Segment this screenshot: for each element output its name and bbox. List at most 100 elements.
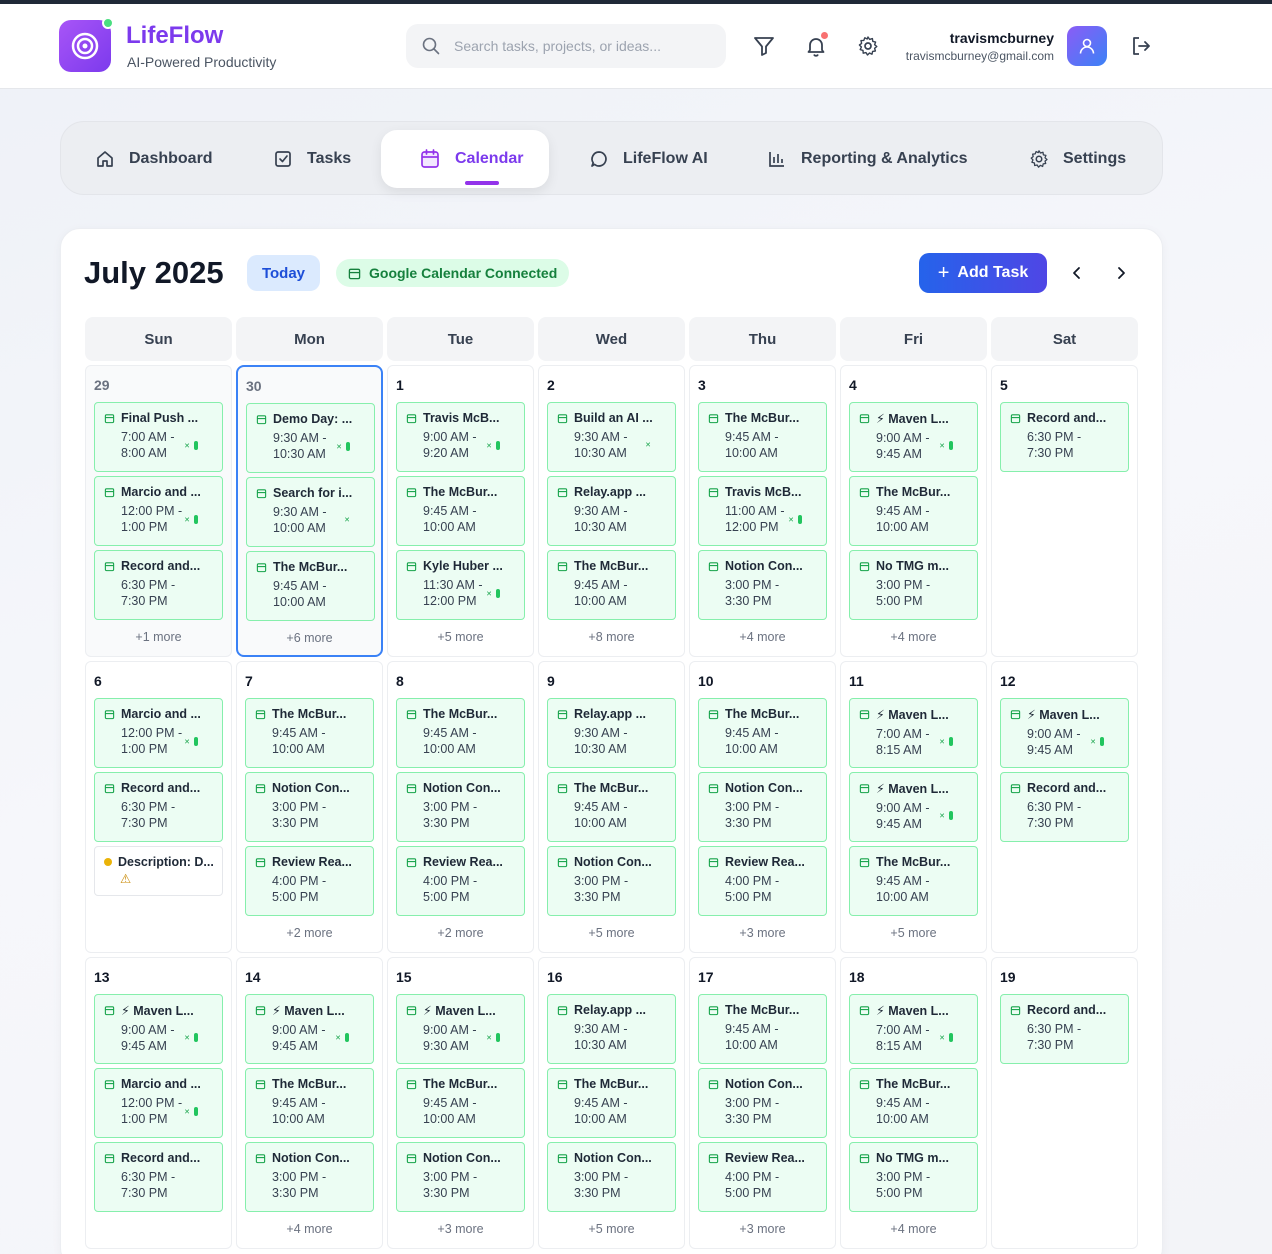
more-events-link[interactable]: +3 more — [388, 1222, 533, 1236]
event-chip[interactable]: Description: D... ⚠ — [94, 846, 223, 896]
day-cell[interactable]: 1 Travis McB... 9:00 AM - 9:20 AM ✕ The McBu… — [387, 365, 534, 657]
event-chip[interactable]: Notion Con... 3:00 PM - 3:30 PM — [245, 1142, 374, 1212]
day-cell[interactable]: 15 ⚡ Maven L... 9:00 AM - 9:30 AM ✕ The McBu… — [387, 957, 534, 1249]
event-chip[interactable]: Review Rea... 4:00 PM - 5:00 PM — [396, 846, 525, 916]
event-chip[interactable]: No TMG m... 3:00 PM - 5:00 PM — [849, 550, 978, 620]
event-chip[interactable]: The McBur... 9:45 AM - 10:00 AM — [698, 698, 827, 768]
event-chip[interactable]: The McBur... 9:45 AM - 10:00 AM — [698, 994, 827, 1064]
event-chip[interactable]: Kyle Huber ... 11:30 AM - 12:00 PM ✕ — [396, 550, 525, 620]
day-cell[interactable]: 29 Final Push ... 7:00 AM - 8:00 AM ✕ Marcio… — [85, 365, 232, 657]
prev-month-button[interactable] — [1067, 263, 1087, 283]
day-cell[interactable]: 2 Build an AI ... 9:30 AM - 10:30 AM ✕ Relay… — [538, 365, 685, 657]
event-chip[interactable]: ⚡ Maven L... 7:00 AM - 8:15 AM ✕ — [849, 698, 978, 768]
day-cell[interactable]: 7 The McBur... 9:45 AM - 10:00 AM Notion Co… — [236, 661, 383, 953]
event-chip[interactable]: ⚡ Maven L... 9:00 AM - 9:45 AM ✕ — [849, 772, 978, 842]
tab-tasks[interactable]: Tasks — [259, 130, 365, 188]
more-events-link[interactable]: +4 more — [237, 1222, 382, 1236]
event-chip[interactable]: The McBur... 9:45 AM - 10:00 AM — [246, 551, 375, 621]
day-cell[interactable]: 14 ⚡ Maven L... 9:00 AM - 9:45 AM ✕ The McBu… — [236, 957, 383, 1249]
day-cell[interactable]: 30 Demo Day: ... 9:30 AM - 10:30 AM ✕ Search… — [236, 365, 383, 657]
tab-dashboard[interactable]: Dashboard — [81, 130, 227, 188]
event-chip[interactable]: The McBur... 9:45 AM - 10:00 AM — [547, 772, 676, 842]
more-events-link[interactable]: +4 more — [841, 1222, 986, 1236]
event-chip[interactable]: No TMG m... 3:00 PM - 5:00 PM — [849, 1142, 978, 1212]
event-chip[interactable]: Marcio and ... 12:00 PM - 1:00 PM ✕ — [94, 476, 223, 546]
avatar[interactable] — [1067, 26, 1107, 66]
event-chip[interactable]: Review Rea... 4:00 PM - 5:00 PM — [698, 1142, 827, 1212]
event-chip[interactable]: Travis McB... 11:00 AM - 12:00 PM ✕ — [698, 476, 827, 546]
more-events-link[interactable]: +3 more — [690, 926, 835, 940]
next-month-button[interactable] — [1111, 263, 1131, 283]
event-chip[interactable]: The McBur... 9:45 AM - 10:00 AM — [849, 1068, 978, 1138]
event-chip[interactable]: Record and... 6:30 PM - 7:30 PM — [94, 772, 223, 842]
day-cell[interactable]: 16 Relay.app ... 9:30 AM - 10:30 AM The McB… — [538, 957, 685, 1249]
today-button[interactable]: Today — [247, 255, 320, 291]
day-cell[interactable]: 4 ⚡ Maven L... 9:00 AM - 9:45 AM ✕ The McBur… — [840, 365, 987, 657]
event-chip[interactable]: ⚡ Maven L... 9:00 AM - 9:45 AM ✕ — [94, 994, 223, 1064]
event-chip[interactable]: The McBur... 9:45 AM - 10:00 AM — [245, 698, 374, 768]
day-cell[interactable]: 17 The McBur... 9:45 AM - 10:00 AM Notion C… — [689, 957, 836, 1249]
event-chip[interactable]: Record and... 6:30 PM - 7:30 PM — [94, 1142, 223, 1212]
day-cell[interactable]: 5 Record and... 6:30 PM - 7:30 PM — [991, 365, 1138, 657]
event-chip[interactable]: ⚡ Maven L... 9:00 AM - 9:45 AM ✕ — [849, 402, 978, 472]
more-events-link[interactable]: +2 more — [237, 926, 382, 940]
event-chip[interactable]: ⚡ Maven L... 9:00 AM - 9:30 AM ✕ — [396, 994, 525, 1064]
event-chip[interactable]: Review Rea... 4:00 PM - 5:00 PM — [698, 846, 827, 916]
event-chip[interactable]: Final Push ... 7:00 AM - 8:00 AM ✕ — [94, 402, 223, 472]
event-chip[interactable]: ⚡ Maven L... 9:00 AM - 9:45 AM ✕ — [245, 994, 374, 1064]
event-chip[interactable]: Notion Con... 3:00 PM - 3:30 PM — [698, 550, 827, 620]
event-chip[interactable]: Record and... 6:30 PM - 7:30 PM — [94, 550, 223, 620]
event-chip[interactable]: Notion Con... 3:00 PM - 3:30 PM — [245, 772, 374, 842]
more-events-link[interactable]: +1 more — [86, 630, 231, 644]
tab-settings[interactable]: Settings — [1015, 130, 1140, 188]
more-events-link[interactable]: +5 more — [841, 926, 986, 940]
more-events-link[interactable]: +5 more — [539, 1222, 684, 1236]
event-chip[interactable]: The McBur... 9:45 AM - 10:00 AM — [849, 846, 978, 916]
more-events-link[interactable]: +5 more — [388, 630, 533, 644]
event-chip[interactable]: Notion Con... 3:00 PM - 3:30 PM — [547, 1142, 676, 1212]
event-chip[interactable]: Record and... 6:30 PM - 7:30 PM — [1000, 402, 1129, 472]
event-chip[interactable]: Search for i... 9:30 AM - 10:00 AM ✕ — [246, 477, 375, 547]
day-cell[interactable]: 12 ⚡ Maven L... 9:00 AM - 9:45 AM ✕ Record a… — [991, 661, 1138, 953]
event-chip[interactable]: Demo Day: ... 9:30 AM - 10:30 AM ✕ — [246, 403, 375, 473]
event-chip[interactable]: Notion Con... 3:00 PM - 3:30 PM — [547, 846, 676, 916]
day-cell[interactable]: 13 ⚡ Maven L... 9:00 AM - 9:45 AM ✕ Marcio a… — [85, 957, 232, 1249]
event-chip[interactable]: Travis McB... 9:00 AM - 9:20 AM ✕ — [396, 402, 525, 472]
more-events-link[interactable]: +6 more — [238, 631, 381, 645]
more-events-link[interactable]: +2 more — [388, 926, 533, 940]
event-chip[interactable]: ⚡ Maven L... 9:00 AM - 9:45 AM ✕ — [1000, 698, 1129, 768]
day-cell[interactable]: 9 Relay.app ... 9:30 AM - 10:30 AM The McBu… — [538, 661, 685, 953]
event-chip[interactable]: Relay.app ... 9:30 AM - 10:30 AM — [547, 698, 676, 768]
event-chip[interactable]: Relay.app ... 9:30 AM - 10:30 AM — [547, 476, 676, 546]
more-events-link[interactable]: +5 more — [539, 926, 684, 940]
day-cell[interactable]: 6 Marcio and ... 12:00 PM - 1:00 PM ✕ Record… — [85, 661, 232, 953]
tab-reporting[interactable]: Reporting & Analytics — [753, 130, 982, 188]
event-chip[interactable]: The McBur... 9:45 AM - 10:00 AM — [396, 476, 525, 546]
filter-button[interactable] — [752, 34, 776, 58]
more-events-link[interactable]: +4 more — [690, 630, 835, 644]
more-events-link[interactable]: +8 more — [539, 630, 684, 644]
add-task-button[interactable]: + Add Task — [919, 253, 1047, 293]
event-chip[interactable]: ⚡ Maven L... 7:00 AM - 8:15 AM ✕ — [849, 994, 978, 1064]
event-chip[interactable]: Notion Con... 3:00 PM - 3:30 PM — [698, 772, 827, 842]
event-chip[interactable]: Relay.app ... 9:30 AM - 10:30 AM — [547, 994, 676, 1064]
event-chip[interactable]: The McBur... 9:45 AM - 10:00 AM — [849, 476, 978, 546]
event-chip[interactable]: Build an AI ... 9:30 AM - 10:30 AM ✕ — [547, 402, 676, 472]
event-chip[interactable]: Review Rea... 4:00 PM - 5:00 PM — [245, 846, 374, 916]
event-chip[interactable]: The McBur... 9:45 AM - 10:00 AM — [547, 1068, 676, 1138]
event-chip[interactable]: Record and... 6:30 PM - 7:30 PM — [1000, 772, 1129, 842]
event-chip[interactable]: Notion Con... 3:00 PM - 3:30 PM — [698, 1068, 827, 1138]
day-cell[interactable]: 19 Record and... 6:30 PM - 7:30 PM — [991, 957, 1138, 1249]
day-cell[interactable]: 18 ⚡ Maven L... 7:00 AM - 8:15 AM ✕ The McBu… — [840, 957, 987, 1249]
logout-button[interactable] — [1129, 34, 1153, 58]
event-chip[interactable]: Marcio and ... 12:00 PM - 1:00 PM ✕ — [94, 698, 223, 768]
event-chip[interactable]: The McBur... 9:45 AM - 10:00 AM — [396, 698, 525, 768]
event-chip[interactable]: Marcio and ... 12:00 PM - 1:00 PM ✕ — [94, 1068, 223, 1138]
event-chip[interactable]: The McBur... 9:45 AM - 10:00 AM — [245, 1068, 374, 1138]
event-chip[interactable]: The McBur... 9:45 AM - 10:00 AM — [396, 1068, 525, 1138]
event-chip[interactable]: Record and... 6:30 PM - 7:30 PM — [1000, 994, 1129, 1064]
notifications-button[interactable] — [804, 32, 828, 58]
day-cell[interactable]: 3 The McBur... 9:45 AM - 10:00 AM Travis Mc… — [689, 365, 836, 657]
tab-calendar[interactable]: Calendar — [381, 130, 550, 188]
event-chip[interactable]: The McBur... 9:45 AM - 10:00 AM — [698, 402, 827, 472]
